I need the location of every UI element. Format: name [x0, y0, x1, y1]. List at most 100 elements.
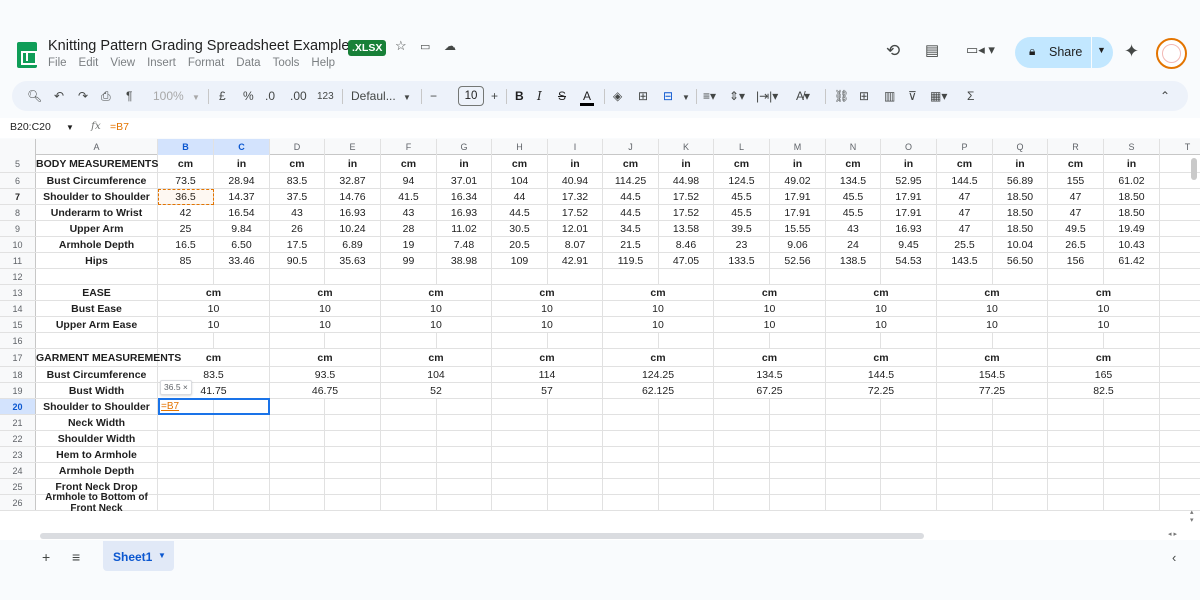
grid-cell[interactable]: in	[1104, 155, 1160, 172]
grid-cell[interactable]: 47	[937, 205, 993, 220]
row-header[interactable]: 20	[0, 399, 36, 414]
meet-video-icon[interactable]: ▭◂ ▾	[966, 42, 995, 58]
increase-decimal-button[interactable]: .00	[290, 89, 307, 103]
formula-input[interactable]: =B7	[110, 121, 129, 133]
grid-cell[interactable]	[437, 447, 492, 462]
menu-edit[interactable]: Edit	[79, 57, 99, 69]
row-header[interactable]: 15	[0, 317, 36, 332]
row-header[interactable]: 19	[0, 383, 36, 398]
grid-cell[interactable]: 43	[381, 205, 437, 220]
grid-cell[interactable]	[1160, 317, 1200, 332]
grid-cell[interactable]	[603, 479, 659, 494]
grid-cell[interactable]: 61.02	[1104, 173, 1160, 188]
grid-cell[interactable]	[714, 431, 770, 446]
grid-cell[interactable]	[770, 431, 826, 446]
grid-cell[interactable]: cm	[714, 285, 826, 300]
horizontal-align-icon[interactable]: ≡▾	[703, 89, 716, 103]
grid-cell[interactable]: 8.07	[548, 237, 603, 252]
grid-cell[interactable]: 44	[492, 189, 548, 204]
grid-cell[interactable]	[437, 399, 492, 414]
grid-cell[interactable]	[325, 333, 381, 348]
grid-cell[interactable]: 10.24	[325, 221, 381, 236]
grid-cell[interactable]	[1160, 189, 1200, 204]
row-header[interactable]: 25	[0, 479, 36, 494]
column-header-j[interactable]: J	[603, 139, 659, 155]
grid-cell[interactable]: 165	[1048, 367, 1160, 382]
grid-cell[interactable]	[158, 333, 214, 348]
grid-cell[interactable]: 47.05	[659, 253, 714, 268]
grid-cell[interactable]	[1160, 349, 1200, 366]
grid-cell[interactable]: cm	[270, 349, 381, 366]
grid-cell[interactable]: cm	[492, 155, 548, 172]
grid-cell[interactable]	[437, 463, 492, 478]
grid-cell[interactable]	[1104, 479, 1160, 494]
grid-cell[interactable]	[214, 463, 270, 478]
grid-cell[interactable]	[826, 495, 881, 510]
menu-help[interactable]: Help	[311, 57, 335, 69]
grid-cell[interactable]	[881, 463, 937, 478]
grid-cell[interactable]: cm	[381, 349, 492, 366]
menu-file[interactable]: File	[48, 57, 67, 69]
grid-cell[interactable]: cm	[158, 285, 270, 300]
grid-cell[interactable]: 83.5	[270, 173, 325, 188]
grid-cell[interactable]: 14.76	[325, 189, 381, 204]
grid-cell[interactable]: 94	[381, 173, 437, 188]
grid-cell[interactable]: Bust Ease	[36, 301, 158, 316]
column-header-n[interactable]: N	[826, 139, 881, 155]
grid-cell[interactable]	[659, 415, 714, 430]
grid-cell[interactable]	[214, 431, 270, 446]
grid-cell[interactable]	[603, 269, 659, 284]
grid-cell[interactable]	[1048, 431, 1104, 446]
grid-cell[interactable]	[993, 333, 1048, 348]
grid-cell[interactable]	[492, 495, 548, 510]
grid-cell[interactable]: 45.5	[826, 205, 881, 220]
grid-cell[interactable]	[1104, 447, 1160, 462]
grid-cell[interactable]	[603, 495, 659, 510]
grid-cell[interactable]: 9.45	[881, 237, 937, 252]
grid-cell[interactable]	[714, 463, 770, 478]
grid-cell[interactable]	[826, 399, 881, 414]
grid-cell[interactable]	[826, 431, 881, 446]
grid-cell[interactable]: 13.58	[659, 221, 714, 236]
grid-cell[interactable]	[881, 399, 937, 414]
grid-cell[interactable]: 19.49	[1104, 221, 1160, 236]
comments-icon[interactable]: ▤	[925, 41, 939, 59]
grid-cell[interactable]: 144.5	[937, 173, 993, 188]
grid-cell[interactable]: cm	[826, 155, 881, 172]
grid-cell[interactable]	[1104, 333, 1160, 348]
grid-cell[interactable]: in	[548, 155, 603, 172]
grid-cell[interactable]: 17.91	[770, 189, 826, 204]
vertical-align-icon[interactable]: ⇕▾	[729, 89, 745, 103]
grid-cell[interactable]: 17.91	[770, 205, 826, 220]
insert-comment-icon[interactable]: ⊞	[859, 89, 869, 103]
grid-cell[interactable]: cm	[1048, 155, 1104, 172]
decrease-font-size-icon[interactable]: −	[430, 89, 437, 103]
grid-cell[interactable]	[659, 333, 714, 348]
grid-cell[interactable]	[270, 479, 325, 494]
grid-cell[interactable]: 30.5	[492, 221, 548, 236]
row-header[interactable]: 23	[0, 447, 36, 462]
grid-cell[interactable]	[770, 415, 826, 430]
grid-cell[interactable]	[1104, 269, 1160, 284]
grid-cell[interactable]: cm	[603, 285, 714, 300]
grid-cell[interactable]: 18.50	[993, 221, 1048, 236]
grid-cell[interactable]	[325, 415, 381, 430]
grid-cell[interactable]: in	[770, 155, 826, 172]
grid-cell[interactable]	[603, 463, 659, 478]
grid-cell[interactable]	[492, 431, 548, 446]
grid-cell[interactable]: 10	[714, 317, 826, 332]
grid-cell[interactable]: 33.46	[214, 253, 270, 268]
grid-cell[interactable]: Armhole to Bottom of Front Neck	[36, 492, 158, 514]
grid-cell[interactable]	[659, 495, 714, 510]
grid-cell[interactable]: 10	[381, 317, 492, 332]
menu-view[interactable]: View	[110, 57, 135, 69]
grid-cell[interactable]: 10	[1048, 317, 1160, 332]
grid-cell[interactable]: Bust Circumference	[36, 367, 158, 382]
grid-cell[interactable]	[770, 495, 826, 510]
scroll-arrows-icon[interactable]: ▴ ▾	[1190, 508, 1194, 524]
select-all-corner[interactable]	[0, 139, 36, 155]
grid-cell[interactable]: 119.5	[603, 253, 659, 268]
spreadsheet-grid[interactable]: ABCDEFGHIJKLMNOPQRST 5 BODY MEASUREMENTS c…	[0, 139, 1200, 540]
grid-cell[interactable]	[492, 479, 548, 494]
grid-cell[interactable]	[214, 333, 270, 348]
